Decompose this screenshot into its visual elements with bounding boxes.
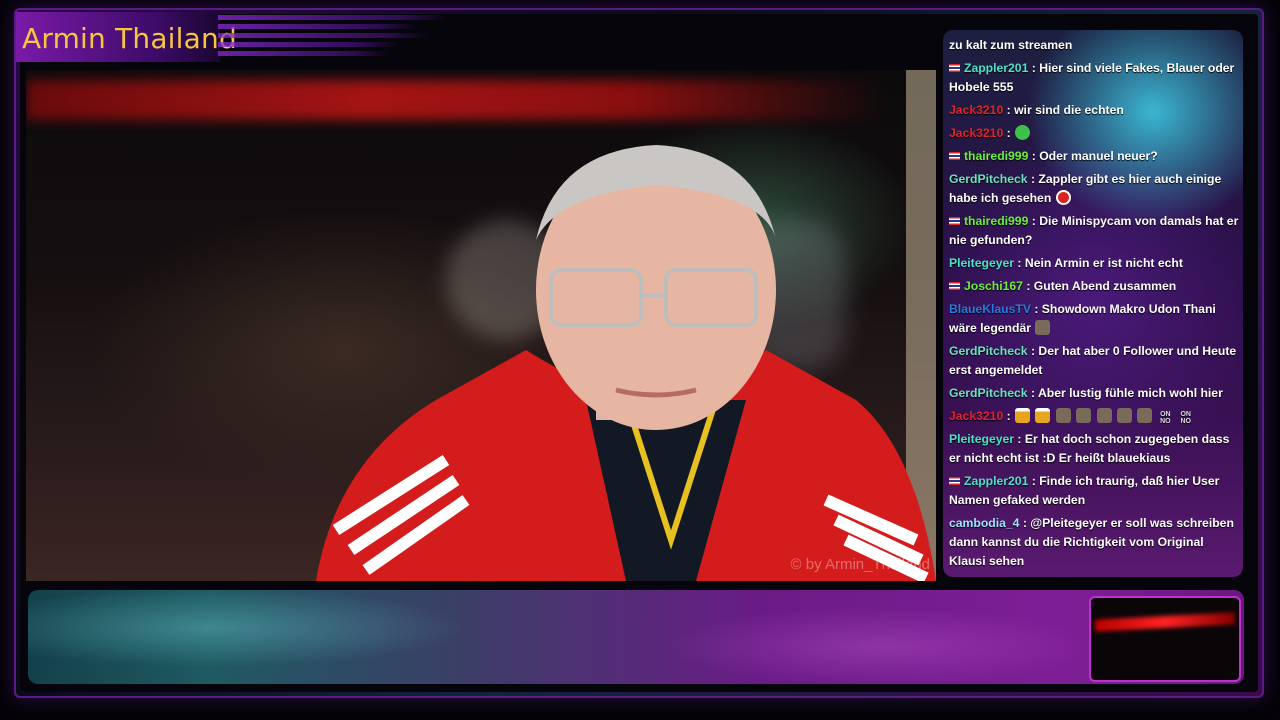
green-emote-icon [1015,125,1031,140]
chat-message: GerdPitcheck : Zappler gibt es hier auch… [949,170,1239,208]
chat-username[interactable]: thairedi999 [964,149,1028,163]
chat-panel: zu kalt zum streamen Zappler201 : Hier si… [943,30,1243,577]
chat-message: Jack3210 : [949,124,1239,143]
streamer-figure [316,145,936,581]
chat-username[interactable]: GerdPitcheck [949,386,1028,400]
chat-username[interactable]: Jack3210 [949,126,1003,140]
chat-text: zu kalt zum streamen [949,38,1073,52]
chat-message: BlaueKlausTV : Showdown Makro Udon Thani… [949,300,1239,338]
face-emote-icon [1055,408,1071,423]
chat-separator: : [1027,386,1038,400]
thai-flag-icon [949,477,960,485]
face-emote-icon [1137,408,1153,423]
face-emote-icon [1096,408,1112,423]
chat-separator: : [1003,409,1015,423]
chat-text: Guten Abend zusammen [1033,279,1177,293]
mini-camera-view [1089,596,1241,682]
face-emote-icon [1076,408,1092,423]
chat-username[interactable]: GerdPitcheck [949,172,1028,186]
stream-title: Armin Thailand [22,22,237,55]
chat-message: Jack3210 : wir sind die echten [949,101,1239,120]
redcircle-emote-icon [1055,190,1071,205]
chat-separator: : [1014,432,1025,446]
chat-message: thairedi999 : Oder manuel neuer? [949,147,1239,166]
chat-message: Zappler201 : Hier sind viele Fakes, Blau… [949,59,1239,97]
webcam-video: © by Armin_Thailand [26,70,936,581]
chat-separator: : [1003,126,1015,140]
title-stripes [218,15,458,65]
chat-username[interactable]: Joschi167 [964,279,1023,293]
chat-message: GerdPitcheck : Aber lustig fühle mich wo… [949,384,1239,403]
chat-separator: : [1028,214,1040,228]
chat-message: Pleitegeyer : Nein Armin er ist nicht ec… [949,254,1239,273]
chat-username[interactable]: BlaueKlausTV [949,302,1031,316]
chat-username[interactable]: Jack3210 [949,103,1003,117]
chat-message: Zappler201 : Finde ich traurig, daß hier… [949,472,1239,510]
chat-username[interactable]: Pleitegeyer [949,256,1014,270]
chat-text: wir sind die echten [1014,103,1124,117]
chat-message: zu kalt zum streamen [949,36,1239,55]
video-watermark: © by Armin_Thailand [790,556,930,573]
face-emote-icon [1035,320,1051,335]
chat-username[interactable]: thairedi999 [964,214,1028,228]
thai-flag-icon [949,282,960,290]
chat-text: Nein Armin er ist nicht echt [1024,256,1183,270]
chat-username[interactable]: Zappler201 [964,61,1028,75]
thai-flag-icon [949,152,960,160]
chat-separator: : [1022,279,1034,293]
beer-emote-icon [1015,408,1031,423]
beer-emote-icon [1035,408,1051,423]
chat-separator: : [1027,172,1039,186]
chat-separator: : [1030,302,1042,316]
chat-username[interactable]: cambodia_4 [949,516,1019,530]
face-emote-icon [1117,408,1133,423]
chat-separator: : [1028,474,1040,488]
thai-flag-icon [949,64,960,72]
chat-separator: : [1027,344,1039,358]
onno-emote-icon: ON NO [1180,411,1191,425]
chat-username[interactable]: Zappler201 [964,474,1028,488]
chat-message: Pleitegeyer : Er hat doch schon zugegebe… [949,430,1239,468]
chat-separator: : [1003,103,1015,117]
chat-message: Jack3210 : ON NO ON NO [949,407,1239,426]
chat-message-list: zu kalt zum streamen Zappler201 : Hier si… [949,36,1239,575]
chat-separator: : [1014,256,1025,270]
chat-message: GerdPitcheck : Der hat aber 0 Follower u… [949,342,1239,380]
chat-username[interactable]: Pleitegeyer [949,432,1014,446]
chat-message: Joschi167 : Guten Abend zusammen [949,277,1239,296]
chat-username[interactable]: Jack3210 [949,409,1003,423]
chat-message: cambodia_4 : @Pleitegeyer er soll was sc… [949,514,1239,571]
chat-text: Oder manuel neuer? [1039,149,1158,163]
onno-emote-icon: ON NO [1160,411,1171,425]
chat-separator: : [1019,516,1031,530]
chat-separator: : [1028,149,1040,163]
chat-username[interactable]: GerdPitcheck [949,344,1028,358]
thai-flag-icon [949,217,960,225]
chat-separator: : [1028,61,1040,75]
bottom-banner [28,590,1244,684]
chat-text: Aber lustig fühle mich wohl hier [1037,386,1223,400]
chat-message: thairedi999 : Die Minispycam von damals … [949,212,1239,250]
